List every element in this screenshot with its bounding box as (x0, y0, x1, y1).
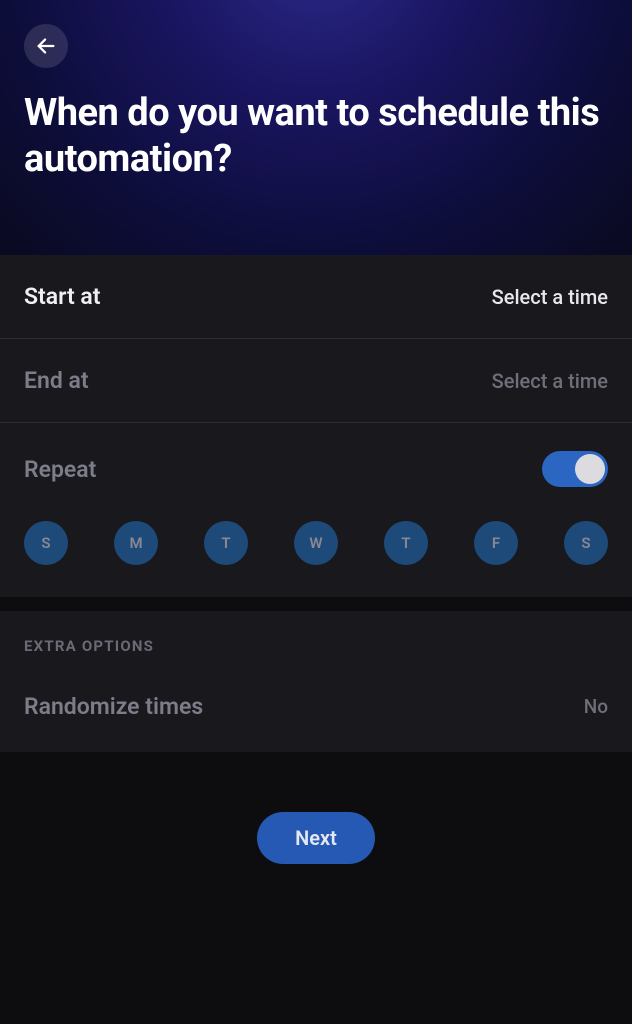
days-row: S M T W T F S (24, 521, 608, 565)
back-button[interactable] (24, 24, 68, 68)
day-thursday[interactable]: T (384, 521, 428, 565)
randomize-value: No (584, 695, 608, 718)
day-friday[interactable]: F (474, 521, 518, 565)
footer: Next (0, 764, 632, 864)
end-at-value: Select a time (492, 369, 608, 393)
repeat-label: Repeat (24, 456, 96, 483)
day-monday[interactable]: M (114, 521, 158, 565)
extra-options-panel: EXTRA OPTIONS Randomize times No (0, 611, 632, 752)
page-title: When do you want to schedule this automa… (24, 90, 608, 183)
form-panel: Start at Select a time End at Select a t… (0, 255, 632, 597)
header-panel: When do you want to schedule this automa… (0, 0, 632, 255)
start-at-value: Select a time (492, 285, 608, 309)
extra-options-header: EXTRA OPTIONS (0, 611, 632, 671)
repeat-toggle[interactable] (542, 451, 608, 487)
day-sunday[interactable]: S (24, 521, 68, 565)
end-at-row[interactable]: End at Select a time (0, 339, 632, 423)
repeat-row: Repeat (24, 451, 608, 487)
day-saturday[interactable]: S (564, 521, 608, 565)
randomize-label: Randomize times (24, 693, 203, 720)
section-divider (0, 597, 632, 611)
start-at-row[interactable]: Start at Select a time (0, 255, 632, 339)
back-arrow-icon (35, 35, 57, 57)
start-at-label: Start at (24, 283, 100, 310)
toggle-knob (575, 454, 605, 484)
footer-divider (0, 752, 632, 764)
end-at-label: End at (24, 367, 89, 394)
day-tuesday[interactable]: T (204, 521, 248, 565)
next-button[interactable]: Next (257, 812, 375, 864)
day-wednesday[interactable]: W (294, 521, 338, 565)
repeat-section: Repeat S M T W T F S (0, 423, 632, 597)
randomize-row[interactable]: Randomize times No (0, 671, 632, 752)
